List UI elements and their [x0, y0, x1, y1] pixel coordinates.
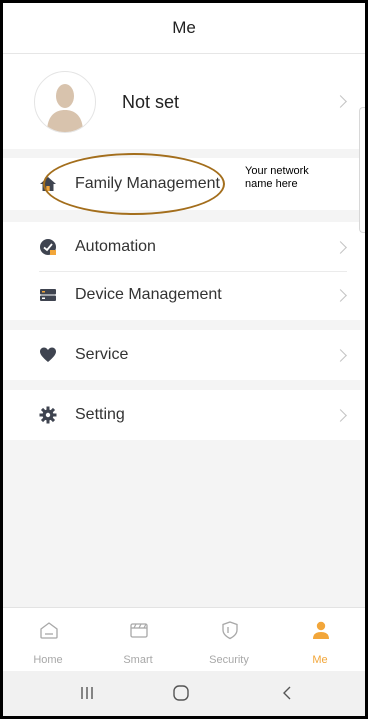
tab-security[interactable]: Security	[184, 608, 274, 672]
gear-icon	[39, 406, 57, 424]
shield-icon	[222, 621, 238, 640]
system-nav-bar	[3, 671, 365, 716]
avatar-placeholder-icon	[47, 84, 83, 132]
automation-device-section: Automation Device Management	[3, 222, 365, 320]
device-icon	[39, 286, 57, 304]
tab-home[interactable]: Home	[3, 608, 93, 672]
menu-label-family: Family Management	[75, 175, 220, 192]
menu-label-setting: Setting	[75, 406, 125, 423]
setting-chevron-icon	[334, 408, 347, 422]
callout-line-1: Your network	[245, 165, 309, 177]
automation-chevron-icon	[334, 240, 347, 254]
service-section: Service	[3, 330, 365, 380]
home-icon	[40, 622, 58, 639]
smart-icon	[130, 623, 148, 638]
profile-name[interactable]: Not set	[122, 92, 179, 113]
page-title: Me	[172, 18, 196, 37]
menu-label-automation: Automation	[75, 238, 156, 255]
menu-label-service: Service	[75, 346, 129, 363]
back-icon[interactable]	[275, 681, 299, 705]
tab-me[interactable]: Me	[275, 608, 365, 672]
service-chevron-icon	[334, 348, 347, 362]
bottom-tab-bar: Home Smart Security Me	[3, 607, 365, 672]
menu-label-device: Device Management	[75, 286, 222, 303]
network-name-callout: Your network name here	[241, 163, 365, 205]
setting-section: Setting	[3, 390, 365, 440]
device-chevron-icon	[334, 288, 347, 302]
menu-item-automation[interactable]: Automation	[3, 222, 365, 272]
avatar[interactable]	[34, 71, 96, 133]
tab-smart[interactable]: Smart	[93, 608, 183, 672]
recent-apps-icon[interactable]	[75, 681, 99, 705]
tab-label-smart: Smart	[123, 654, 153, 666]
home-button-icon[interactable]	[169, 681, 193, 705]
tab-label-me: Me	[312, 654, 328, 666]
menu-item-service[interactable]: Service	[3, 330, 365, 380]
callout-line-2: name here	[245, 178, 298, 190]
heart-icon	[39, 346, 57, 364]
automation-icon	[39, 238, 57, 256]
tab-label-home: Home	[33, 654, 63, 666]
app-frame: Me Not set Family Management Automation …	[3, 3, 365, 716]
tab-label-security: Security	[209, 654, 249, 666]
home-icon	[39, 175, 57, 193]
person-icon	[313, 621, 329, 639]
menu-item-setting[interactable]: Setting	[3, 390, 365, 440]
page-header: Me	[3, 3, 365, 54]
menu-item-device-management[interactable]: Device Management	[3, 270, 365, 320]
scroll-edge-indicator	[359, 107, 365, 233]
